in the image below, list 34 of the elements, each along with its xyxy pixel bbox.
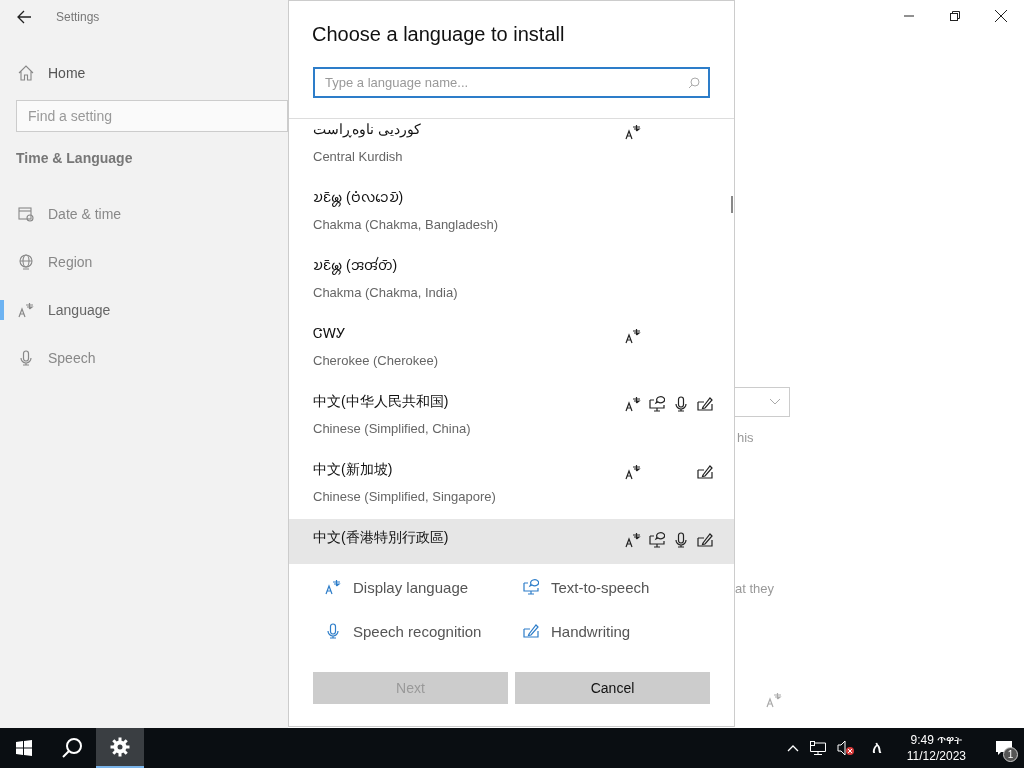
notification-count: 1 [1003, 747, 1018, 762]
nav-item[interactable]: Language [0, 286, 288, 334]
section-heading: Time & Language [15, 149, 134, 168]
legend-label: Text-to-speech [551, 578, 650, 596]
native-name: 中文(香港特別行政區) [313, 528, 450, 547]
dialog-title: Choose a language to install [311, 22, 566, 45]
native-name: 𑄌𑄋𑄴𑄟𑄳𑄦 (𑄞𑄢𑄧𑄖𑄴) [313, 256, 399, 275]
english-name: Chinese (Simplified, Singapore) [313, 488, 497, 506]
text-fragment: at they [735, 581, 775, 596]
native-name: 中文(新加坡) [313, 460, 394, 479]
input-method-indicator[interactable]: ለ [864, 738, 889, 758]
language-option[interactable]: 𑄌𑄋𑄴𑄟𑄳𑄦 (𑄝𑄁𑄣𑄘𑄬𑄌𑄴) Chakma (Chakma, Bangladesh) [289, 179, 734, 247]
cancel-button[interactable]: Cancel [515, 672, 710, 704]
native-name: 中文(中华人民共和国) [313, 392, 450, 411]
native-name: کوردیی ناوەڕاست [313, 120, 422, 139]
english-name: Chinese (Simplified, China) [313, 420, 472, 438]
clock[interactable]: 9:49 ጥዋት 11/12/2023 [906, 732, 966, 764]
home-link[interactable]: Home [0, 50, 288, 96]
native-name: 𑄌𑄋𑄴𑄟𑄳𑄦 (𑄝𑄁𑄣𑄘𑄬𑄌𑄴) [313, 188, 405, 207]
english-name: Chakma (Chakma, Bangladesh) [313, 216, 499, 234]
english-name: Chakma (Chakma, India) [313, 284, 459, 302]
legend-label: Handwriting [551, 622, 631, 640]
language-option[interactable]: 中文(香港特別行政區) [289, 519, 734, 564]
legend-label: Speech recognition [353, 622, 482, 640]
native-name: ᏣᎳᎩ [313, 324, 347, 343]
english-name: Cherokee (Cherokee) [313, 352, 439, 370]
language-option[interactable]: 中文(新加坡) Chinese (Simplified, Singapore) [289, 451, 734, 519]
window-title: Settings [56, 10, 100, 24]
english-name: Central Kurdish [313, 148, 404, 166]
language-option[interactable]: ᏣᎳᎩ Cherokee (Cherokee) [289, 315, 734, 383]
language-option[interactable]: 中文(中华人民共和国) Chinese (Simplified, China) [289, 383, 734, 451]
legend-label: Display language [353, 578, 469, 596]
text-fragment: his [737, 430, 754, 445]
language-option[interactable]: 𑄌𑄋𑄴𑄟𑄳𑄦 (𑄞𑄢𑄧𑄖𑄴) Chakma (Chakma, India) [289, 247, 734, 315]
